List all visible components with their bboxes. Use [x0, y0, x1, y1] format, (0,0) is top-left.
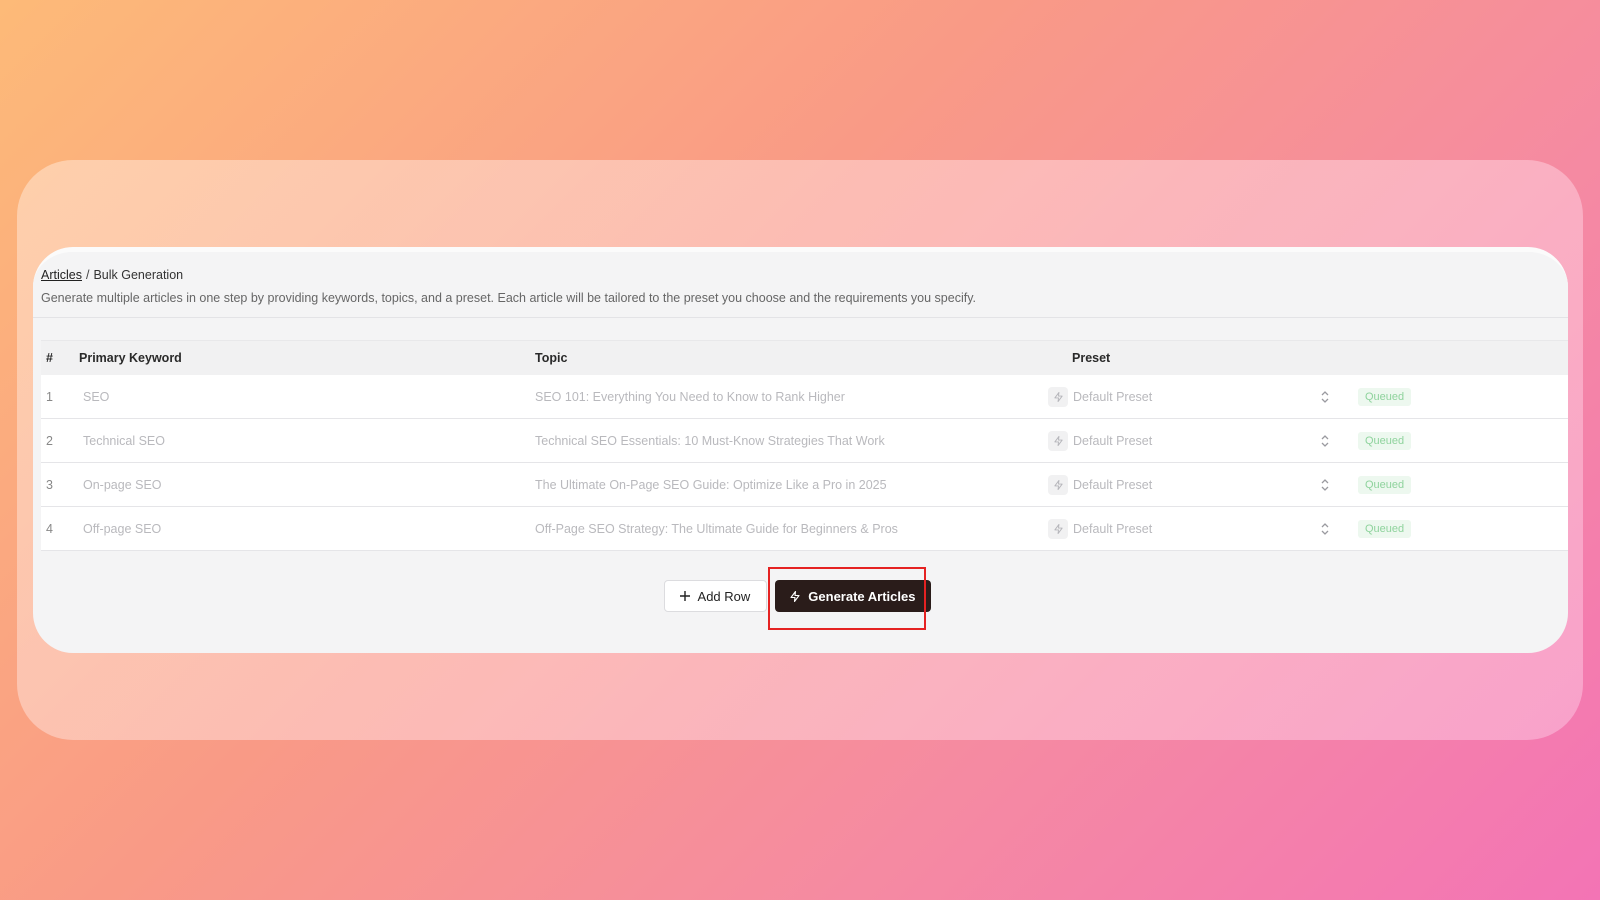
- plus-icon: [679, 591, 690, 601]
- topic-text: SEO 101: Everything You Need to Know to …: [535, 389, 845, 404]
- lightning-icon: [1053, 523, 1063, 534]
- topic-input[interactable]: Off-Page SEO Strategy: The Ultimate Guid…: [531, 518, 1068, 539]
- breadcrumb-separator: /: [85, 268, 90, 282]
- topic-input[interactable]: SEO 101: Everything You Need to Know to …: [531, 386, 1068, 407]
- table-row: 2 Technical SEO Technical SEO Essentials…: [41, 419, 1568, 463]
- highlight-box: [768, 567, 927, 630]
- status-cell: Queued: [1352, 519, 1568, 538]
- header-primary-keyword: Primary Keyword: [79, 351, 182, 365]
- chevron-up-down-icon: [1321, 390, 1329, 403]
- keyword-input[interactable]: Off-page SEO: [76, 522, 531, 536]
- status-badge: Queued: [1358, 387, 1412, 406]
- table-row: 3 On-page SEO The Ultimate On-Page SEO G…: [41, 463, 1568, 507]
- keyword-input[interactable]: On-page SEO: [76, 478, 531, 492]
- chevron-up-down-icon: [1321, 434, 1329, 447]
- generate-topic-button[interactable]: [1048, 518, 1068, 539]
- preset-select[interactable]: Default Preset: [1068, 434, 1352, 448]
- status-cell: Queued: [1352, 431, 1568, 450]
- header-preset: Preset: [1072, 351, 1111, 365]
- lightning-icon: [1053, 435, 1063, 446]
- status-cell: Queued: [1352, 475, 1568, 494]
- preset-select[interactable]: Default Preset: [1068, 478, 1352, 492]
- page-frame: Articles / Bulk Generation Generate multip…: [0, 0, 1600, 900]
- page-header: Articles / Bulk Generation Generate multip…: [33, 252, 1568, 318]
- status-badge: Queued: [1358, 431, 1412, 450]
- status-cell: Queued: [1352, 387, 1568, 406]
- topic-input[interactable]: The Ultimate On-Page SEO Guide: Optimize…: [531, 474, 1068, 495]
- status-badge: Queued: [1358, 519, 1412, 538]
- status-badge: Queued: [1358, 475, 1412, 494]
- generate-topic-button[interactable]: [1048, 430, 1068, 451]
- articles-table: # Primary Keyword Topic Preset 1 SEO SEO…: [41, 340, 1568, 551]
- row-number: 4: [46, 521, 53, 536]
- table-header: # Primary Keyword Topic Preset: [41, 340, 1568, 375]
- header-number: #: [46, 351, 53, 365]
- add-row-button[interactable]: Add Row: [663, 580, 768, 612]
- topic-input[interactable]: Technical SEO Essentials: 10 Must-Know S…: [531, 430, 1068, 451]
- generate-topic-button[interactable]: [1048, 474, 1068, 495]
- row-number: 1: [46, 389, 53, 404]
- lightning-icon: [1053, 479, 1063, 490]
- table-row: 1 SEO SEO 101: Everything You Need to Kn…: [41, 375, 1568, 419]
- preset-value: Default Preset: [1073, 521, 1153, 536]
- table-row: 4 Off-page SEO Off-Page SEO Strategy: Th…: [41, 507, 1568, 551]
- row-number: 2: [46, 433, 53, 448]
- bulk-generation-panel: Articles / Bulk Generation Generate multip…: [33, 247, 1568, 653]
- preset-select[interactable]: Default Preset: [1068, 522, 1352, 536]
- preset-value: Default Preset: [1073, 477, 1153, 492]
- breadcrumb: Articles / Bulk Generation: [41, 268, 183, 282]
- chevron-up-down-icon: [1321, 478, 1329, 491]
- preset-value: Default Preset: [1073, 389, 1153, 404]
- keyword-input[interactable]: SEO: [76, 390, 531, 404]
- keyword-input[interactable]: Technical SEO: [76, 434, 531, 448]
- add-row-label: Add Row: [697, 588, 751, 604]
- preset-value: Default Preset: [1073, 433, 1153, 448]
- header-topic: Topic: [535, 351, 568, 365]
- breadcrumb-articles-link[interactable]: Articles: [41, 268, 82, 282]
- row-number: 3: [46, 477, 53, 492]
- preset-select[interactable]: Default Preset: [1068, 390, 1352, 404]
- lightning-icon: [1053, 391, 1063, 402]
- topic-text: Technical SEO Essentials: 10 Must-Know S…: [535, 433, 885, 448]
- generate-topic-button[interactable]: [1048, 386, 1068, 407]
- page-description: Generate multiple articles in one step b…: [41, 291, 976, 305]
- chevron-up-down-icon: [1321, 522, 1329, 535]
- topic-text: The Ultimate On-Page SEO Guide: Optimize…: [535, 477, 887, 492]
- topic-text: Off-Page SEO Strategy: The Ultimate Guid…: [535, 521, 898, 536]
- action-bar: Add Row Generate Articles: [33, 567, 1568, 630]
- generate-button-wrapper: Generate Articles: [768, 567, 932, 630]
- breadcrumb-current: Bulk Generation: [93, 268, 184, 282]
